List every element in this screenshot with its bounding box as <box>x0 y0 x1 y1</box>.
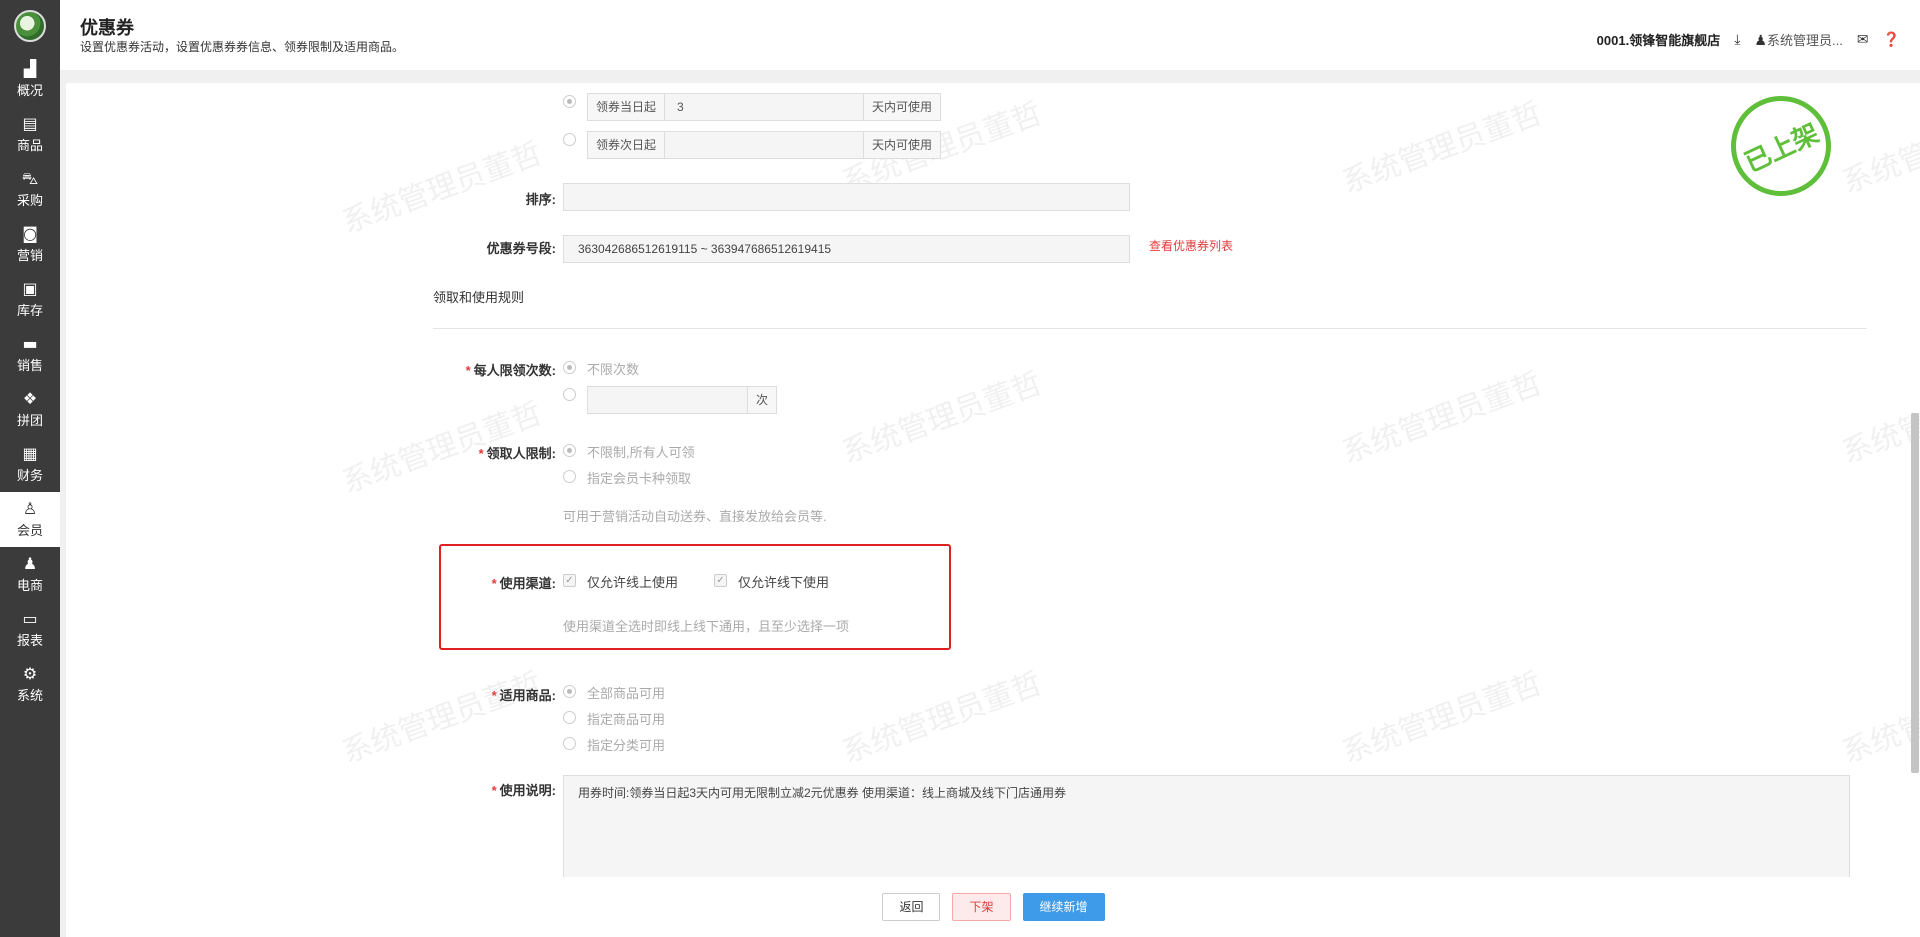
watermark: 系统管理员董哲 <box>1837 366 1920 470</box>
download-icon[interactable]: ⤓ <box>1734 32 1740 48</box>
channel-label: * 使用渠道: <box>491 576 556 591</box>
receiver-hint: 可用于营销活动自动送券、直接发放给会员等. <box>563 509 827 524</box>
cart-icon: ⛍ <box>21 169 39 188</box>
user-menu[interactable]: ♟系统管理员... <box>1754 30 1842 49</box>
watermark: 系统管理员董哲 <box>1337 666 1547 770</box>
continue-add-button[interactable]: 继续新增 <box>1022 893 1105 921</box>
sidebar-item-system[interactable]: ⚙ 系统 <box>0 657 60 712</box>
page-header: 优惠券 设置优惠券活动，设置优惠券券信息、领券限制及适用商品。 0001.领锋智… <box>60 0 1920 70</box>
validity-radio-same-day[interactable] <box>563 95 576 108</box>
per-person-label: * 每人限领次数: <box>465 363 556 378</box>
sidebar-item-sales[interactable]: ▬ 销售 <box>0 327 60 382</box>
app-logo[interactable] <box>14 10 46 42</box>
scrollbar[interactable] <box>1911 413 1919 773</box>
per-person-unlimited-label: 不限次数 <box>587 362 640 377</box>
document-icon: ▤ <box>22 114 38 133</box>
watermark: 系统管理员董哲 <box>1337 96 1547 200</box>
gear-icon: ⚙ <box>22 664 38 683</box>
receiver-all-label: 不限制,所有人可领 <box>587 445 695 460</box>
channel-offline-label: 仅允许线下使用 <box>738 575 830 590</box>
sidebar-item-purchase[interactable]: ⛍ 采购 <box>0 162 60 217</box>
sort-label: 排序: <box>525 192 556 207</box>
store-name[interactable]: 0001.领锋智能旗舰店 <box>1597 30 1721 49</box>
channel-online-checkbox[interactable]: ✓ <box>563 574 576 587</box>
validity-next-day-input[interactable] <box>665 132 863 158</box>
section-rules-title: 领取和使用规则 <box>433 290 525 305</box>
chart-icon: ▭ <box>22 609 38 628</box>
watermark: 系统管理员董哲 <box>337 666 547 770</box>
channel-offline-checkbox[interactable]: ✓ <box>714 574 727 587</box>
page-subtitle: 设置优惠券活动，设置优惠券券信息、领券限制及适用商品。 <box>80 40 405 54</box>
grid-icon: ❖ <box>22 389 38 408</box>
coupon-form: 系统管理员董哲 系统管理员董哲 系统管理员董哲 系统管理员董哲 系统管理员董哲 … <box>66 83 1920 937</box>
per-person-radio-limited[interactable] <box>563 388 576 401</box>
status-stamp: 已上架 <box>1731 96 1831 196</box>
watermark: 系统管理员董哲 <box>1337 366 1547 470</box>
form-footer: 返回 下架 继续新增 <box>66 877 1920 937</box>
page-title: 优惠券 <box>80 18 134 38</box>
printer-icon: ▬ <box>22 334 38 353</box>
person-icon: ♟ <box>22 554 38 573</box>
watermark: 系统管理员董哲 <box>1837 96 1920 200</box>
user-icon: ♟ <box>1754 33 1767 49</box>
box-icon: ▣ <box>22 279 38 298</box>
receiver-card-type-label: 指定会员卡种领取 <box>587 471 692 486</box>
description-label: * 使用说明: <box>491 783 556 798</box>
sidebar-item-inventory[interactable]: ▣ 库存 <box>0 272 60 327</box>
channel-online-label: 仅允许线上使用 <box>587 575 679 590</box>
sidebar-item-products[interactable]: ▤ 商品 <box>0 107 60 162</box>
watermark: 系统管理员董哲 <box>1837 666 1920 770</box>
sidebar-item-reports[interactable]: ▭ 报表 <box>0 602 60 657</box>
receiver-label: * 领取人限制: <box>478 446 556 461</box>
coupon-range-label: 优惠券号段: <box>486 241 556 256</box>
coupon-range-field: 363042686512619115 ~ 363947686512619415 <box>563 235 1130 263</box>
per-person-limit-input[interactable] <box>588 387 747 413</box>
products-category-label: 指定分类可用 <box>587 738 666 753</box>
sidebar-item-marketing[interactable]: ◙ 营销 <box>0 217 60 272</box>
mail-icon[interactable]: ✉ <box>1857 32 1869 48</box>
user-icon: ♙ <box>22 499 38 518</box>
sidebar-item-overview[interactable]: ▟ 概况 <box>0 52 60 107</box>
money-icon: ▦ <box>22 444 38 463</box>
help-icon[interactable]: ❓ <box>1883 32 1900 48</box>
validity-same-day-group: 领券当日起 3 天内可使用 <box>587 93 941 121</box>
sidebar-item-member[interactable]: ♙ 会员 <box>0 492 60 547</box>
offline-button[interactable]: 下架 <box>952 893 1011 921</box>
validity-next-day-group: 领券次日起 天内可使用 <box>587 131 941 159</box>
products-radio-specified[interactable] <box>563 711 576 724</box>
products-all-label: 全部商品可用 <box>587 686 666 701</box>
watermark: 系统管理员董哲 <box>837 666 1047 770</box>
products-radio-all[interactable] <box>563 685 576 698</box>
watermark: 系统管理员董哲 <box>837 366 1047 470</box>
products-specified-label: 指定商品可用 <box>587 712 666 727</box>
sidebar-item-groupbuy[interactable]: ❖ 拼团 <box>0 382 60 437</box>
per-person-limit-group: 次 <box>587 386 777 414</box>
sidebar: ▟ 概况 ▤ 商品 ⛍ 采购 ◙ 营销 ▣ 库存 ▬ 销售 ❖ 拼团 ▦ 财务 ♙ 会员 ♟ 电商 … <box>0 0 60 937</box>
products-radio-category[interactable] <box>563 737 576 750</box>
watermark: 系统管理员董哲 <box>337 136 547 240</box>
sidebar-item-finance[interactable]: ▦ 财务 <box>0 437 60 492</box>
sidebar-item-ecommerce[interactable]: ♟ 电商 <box>0 547 60 602</box>
validity-same-day-input[interactable]: 3 <box>665 94 863 120</box>
description-textarea[interactable]: 用券时间:领券当日起3天内可用无限制立减2元优惠券 使用渠道：线上商城及线下门店… <box>563 775 1850 885</box>
section-divider <box>433 328 1867 329</box>
sort-input[interactable] <box>563 183 1130 211</box>
building-icon: ▟ <box>23 59 37 78</box>
validity-radio-next-day[interactable] <box>563 133 576 146</box>
receiver-radio-card-type[interactable] <box>563 470 576 483</box>
view-coupon-list-link[interactable]: 查看优惠券列表 <box>1149 237 1233 254</box>
per-person-radio-unlimited[interactable] <box>563 361 576 374</box>
receiver-radio-all[interactable] <box>563 444 576 457</box>
header-toolbar: 0001.领锋智能旗舰店 ⤓ ♟系统管理员... ✉ ❓ <box>1597 30 1900 50</box>
back-button[interactable]: 返回 <box>882 893 941 921</box>
products-label: * 适用商品: <box>491 688 556 703</box>
bag-icon: ◙ <box>22 224 38 243</box>
channel-hint: 使用渠道全选时即线上线下通用，且至少选择一项 <box>563 619 850 634</box>
